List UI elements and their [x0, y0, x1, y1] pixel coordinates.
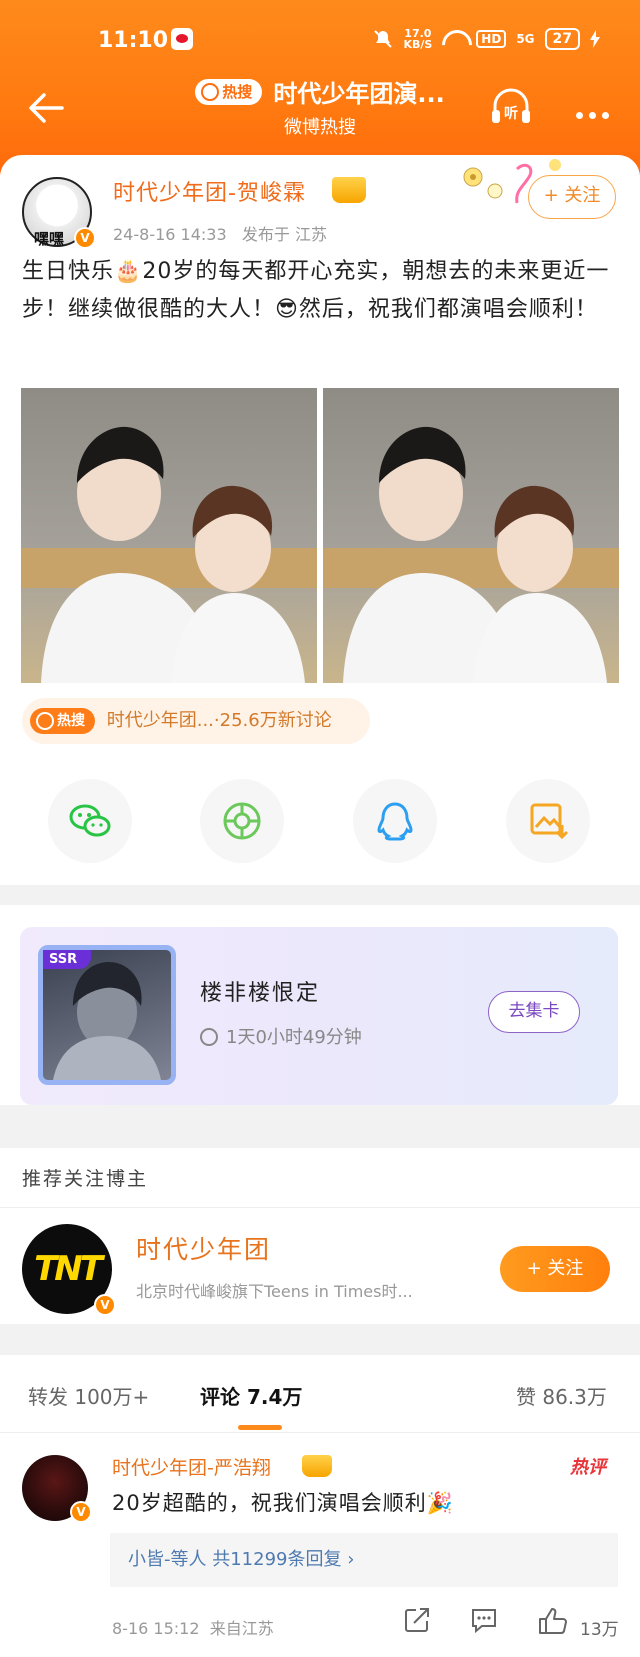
like-icon[interactable]: [538, 1607, 568, 1635]
comment-text: 20岁超酷的，祝我们演唱会顺利🎉: [112, 1491, 454, 1515]
avatar-logo-text: TNT: [34, 1249, 103, 1289]
post-author-name[interactable]: 时代少年团-贺峻霖: [113, 175, 306, 207]
collect-card-timer: 1天0小时49分钟: [200, 1023, 362, 1049]
topic-badge-label: 热搜: [57, 713, 85, 729]
crown-badge-icon: [302, 1455, 332, 1477]
battery-level: 27: [544, 28, 580, 50]
comment-location: 来自江苏: [209, 1619, 274, 1638]
headphones-listen-icon[interactable]: 听: [490, 88, 532, 126]
more-options-icon[interactable]: [576, 104, 616, 119]
recommend-follow-button[interactable]: + 关注: [500, 1246, 610, 1292]
follow-author-button[interactable]: + 关注: [528, 175, 616, 219]
moments-icon: [223, 802, 261, 840]
recommend-name[interactable]: 时代少年团: [136, 1230, 271, 1266]
post-meta: 24-8-16 14:33 发布于 江苏: [113, 221, 327, 245]
avatar-caption: 嘿嘿: [34, 230, 65, 248]
collect-card-banner[interactable]: SSR 楼非楼恨定 1天0小时49分钟 去集卡: [20, 927, 618, 1105]
divider: [0, 1207, 640, 1208]
comment-meta: 8-16 15:12 来自江苏: [112, 1615, 274, 1639]
status-time: 11:10: [98, 28, 169, 53]
page-title-area: 热搜 时代少年团演... 微博热搜: [170, 74, 470, 139]
search-icon: [201, 83, 220, 101]
photo-portrait-2: [323, 426, 619, 683]
weibo-notification-icon: [171, 28, 193, 50]
comment-replies-link[interactable]: 小皆-等人 共11299条回复 ›: [110, 1533, 618, 1587]
search-icon: [36, 712, 54, 730]
charging-icon: [590, 30, 600, 48]
network-speed: 17.0 KB/S: [403, 28, 432, 50]
verified-badge-icon: V: [74, 227, 96, 249]
comment-username[interactable]: 时代少年团-严浩翔: [112, 1453, 271, 1480]
clock-icon: [200, 1028, 218, 1046]
topic-link[interactable]: 热搜 时代少年团...·25.6万新讨论: [22, 698, 370, 744]
topic-hot-badge: 热搜: [30, 708, 95, 734]
network-type: 5G: [516, 32, 535, 46]
interaction-tabs: 转发 100万+ 评论 7.4万 赞 86.3万: [0, 1355, 640, 1433]
reply-icon[interactable]: [470, 1607, 498, 1633]
save-image-button[interactable]: [506, 779, 590, 863]
mute-icon: [374, 30, 393, 48]
comment-time: 8-16 15:12: [112, 1619, 200, 1638]
listen-label: 听: [504, 105, 518, 122]
hot-search-badge: 热搜: [195, 78, 263, 105]
comments-section: 转发 100万+ 评论 7.4万 赞 86.3万 V 时代少年团-严浩翔 热评 …: [0, 1355, 640, 1657]
top-header: 11:10 17.0 KB/S HD 5G 27 热搜 时代少年团演... 微博热…: [0, 0, 640, 175]
speed-unit: KB/S: [403, 38, 433, 51]
tab-reposts[interactable]: 转发 100万+: [28, 1381, 149, 1410]
post-time: 24-8-16 14:33: [113, 225, 227, 244]
verified-badge-icon: V: [94, 1294, 116, 1316]
share-qq-button[interactable]: [353, 779, 437, 863]
card-portrait: [53, 962, 161, 1080]
page-title: 时代少年团演...: [273, 80, 445, 108]
photo-portrait-1: [21, 426, 317, 683]
share-wechat-button[interactable]: [48, 779, 132, 863]
qq-icon: [377, 802, 413, 841]
like-count: 13万: [580, 1620, 619, 1640]
hd-badge: HD: [476, 30, 507, 48]
post-card: 嘿嘿 V 时代少年团-贺峻霖 24-8-16 14:33 发布于 江苏 + 关注…: [0, 155, 640, 885]
post-photo-2[interactable]: [323, 388, 619, 683]
recommend-section: 推荐关注博主 TNT V 时代少年团 北京时代峰峻旗下Teens in Time…: [0, 1148, 640, 1324]
wifi-icon: [442, 30, 466, 48]
hot-badge-label: 热搜: [222, 82, 253, 101]
ssr-card-image[interactable]: SSR: [38, 945, 176, 1085]
topic-label: 时代少年团...·25.6万新讨论: [106, 710, 332, 731]
tab-likes[interactable]: 赞 86.3万: [516, 1381, 607, 1410]
repost-icon[interactable]: [404, 1607, 430, 1633]
recommend-avatar[interactable]: TNT V: [22, 1224, 116, 1316]
collect-card-section: SSR 楼非楼恨定 1天0小时49分钟 去集卡: [0, 905, 640, 1105]
save-image-icon: [530, 803, 569, 840]
comment-avatar[interactable]: V: [22, 1455, 92, 1523]
recommend-heading: 推荐关注博主: [22, 1168, 149, 1190]
post-content: 生日快乐🎂20岁的每天都开心充实，朝想去的未来更近一步！继续做很酷的大人！😎然后…: [22, 259, 610, 322]
hot-comment-tag: 热评: [570, 1457, 606, 1478]
post-author-avatar[interactable]: 嘿嘿 V: [22, 177, 96, 249]
wechat-icon: [69, 804, 111, 837]
timer-value: 1天0小时49分钟: [226, 1027, 362, 1048]
active-tab-indicator: [238, 1425, 282, 1430]
post-photo-1[interactable]: [21, 388, 317, 683]
share-moments-button[interactable]: [200, 779, 284, 863]
status-right-icons: 17.0 KB/S HD 5G 27: [373, 28, 600, 50]
verified-badge-icon: V: [70, 1501, 92, 1523]
post-location: 发布于 江苏: [241, 225, 327, 244]
recommend-description: 北京时代峰峻旗下Teens in Times时...: [136, 1282, 413, 1301]
status-bar: 11:10 17.0 KB/S HD 5G 27: [0, 22, 640, 62]
crown-badge-icon: [332, 177, 366, 203]
back-arrow-icon[interactable]: [26, 88, 66, 128]
page-subtitle: 微博热搜: [284, 117, 356, 138]
collect-card-button[interactable]: 去集卡: [488, 991, 580, 1033]
tab-comments[interactable]: 评论 7.4万: [200, 1381, 302, 1410]
ssr-tag: SSR: [43, 950, 92, 969]
collect-card-title: 楼非楼恨定: [200, 981, 321, 1006]
